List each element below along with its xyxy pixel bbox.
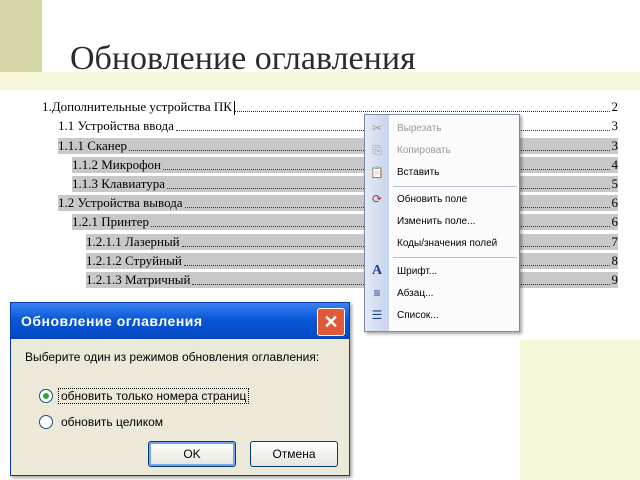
context-menu[interactable]: ✂ Вырезать ⎘ Копировать 📋 Вставить ⟳ Обн… (364, 114, 520, 332)
selection-highlight: 1.2.1.3 Матричный 9 (86, 271, 619, 288)
text-cursor (233, 101, 235, 116)
toc-entry[interactable]: 1.Дополнительные устройства ПК 2 (42, 96, 619, 116)
update-field-icon: ⟳ (371, 192, 383, 206)
menu-item-update-field[interactable]: ⟳ Обновить поле (365, 188, 519, 210)
toc-entry-text: 1.1.2 Микрофон (72, 156, 161, 172)
dialog-title: Обновление оглавления (21, 313, 203, 329)
toc-entry-text: 1.2.1.2 Струйный (86, 252, 182, 268)
list-icon: ☰ (371, 308, 383, 322)
menu-item-paste[interactable]: 📋 Вставить (365, 161, 519, 183)
toc-entry[interactable]: 1.2.1 Принтер 6 (42, 211, 619, 231)
table-of-contents[interactable]: 1.Дополнительные устройства ПК 2 1.1 Уст… (42, 96, 618, 288)
selection-highlight: 1.2 Устройства вывода 6 (58, 195, 619, 212)
menu-item-label: Изменить поле... (397, 215, 476, 227)
menu-item-label: Вырезать (397, 122, 442, 134)
toc-page-number: 9 (611, 271, 619, 287)
selection-highlight: 1.2.1 Принтер 6 (72, 214, 619, 231)
menu-item-cut[interactable]: ✂ Вырезать (365, 117, 519, 139)
selection-highlight: 1.1.2 Микрофон 4 (72, 156, 619, 173)
toc-page-number: 3 (611, 118, 619, 134)
menu-item-list[interactable]: ☰ Список... (365, 304, 519, 326)
toc-entry-text: 1.1.3 Клавиатура (72, 175, 165, 191)
toc-page-number: 3 (611, 137, 619, 153)
selection-highlight: 1.2.1.1 Лазерный 7 (86, 233, 619, 250)
menu-item-edit-field[interactable]: Изменить поле... (365, 210, 519, 232)
menu-separator (393, 186, 517, 187)
radio-button[interactable] (39, 415, 53, 429)
cancel-button[interactable]: Отмена (250, 441, 338, 467)
toc-page-number: 2 (611, 99, 619, 115)
toc-page-number: 8 (611, 252, 619, 268)
toc-entry-text: 1.1.1 Сканер (58, 137, 128, 153)
toc-entry-text: 1.2.1 Принтер (72, 214, 150, 230)
radio-update-page-numbers[interactable]: обновить только номера страниц (39, 388, 250, 404)
menu-item-font[interactable]: A Шрифт... (365, 260, 519, 282)
selection-highlight: 1.1.3 Клавиатура 5 (72, 175, 619, 192)
dialog-prompt: Выберите один из режимов обновления огла… (25, 350, 320, 364)
menu-item-label: Копировать (397, 144, 451, 156)
toc-entry[interactable]: 1.1 Устройства ввода 3 (42, 115, 618, 134)
menu-item-label: Список... (397, 309, 439, 321)
toc-page-number: 6 (611, 195, 619, 211)
font-icon: A (371, 263, 383, 278)
menu-item-toggle-field-codes[interactable]: Коды/значения полей (365, 232, 519, 254)
toc-leader-dots (234, 111, 610, 113)
toc-entry-text: 1.2.1.3 Матричный (86, 271, 191, 287)
menu-item-label: Вставить (397, 166, 440, 178)
update-toc-dialog[interactable]: Обновление оглавления ✕ Выберите один из… (10, 302, 350, 476)
toc-entry[interactable]: 1.2.1.1 Лазерный 7 (42, 230, 619, 250)
ok-button[interactable]: OK (148, 441, 236, 467)
toc-entry-text: 1.Дополнительные устройства ПК (42, 99, 232, 115)
radio-button-checked[interactable] (39, 389, 53, 403)
selection-highlight: 1.2.1.2 Струйный 8 (86, 252, 619, 269)
copy-icon: ⎘ (372, 142, 382, 157)
menu-item-copy[interactable]: ⎘ Копировать (365, 139, 519, 161)
toc-page-number: 5 (611, 175, 619, 191)
close-button[interactable]: ✕ (317, 308, 345, 336)
close-icon: ✕ (323, 311, 339, 332)
toc-entry[interactable]: 1.1.1 Сканер 3 (42, 134, 619, 154)
toc-page-number: 7 (611, 233, 619, 249)
toc-entry-text: 1.2 Устройства вывода (58, 195, 183, 211)
paragraph-icon: ≡ (373, 286, 381, 300)
selection-highlight: 1.1.1 Сканер 3 (58, 137, 619, 154)
toc-entry[interactable]: 1.2.1.2 Струйный 8 (42, 250, 618, 269)
toc-entry-text: 1.1 Устройства ввода (58, 118, 174, 134)
toc-entry-text: 1.2.1.1 Лазерный (86, 233, 180, 249)
menu-item-label: Абзац... (397, 287, 434, 299)
toc-entry[interactable]: 1.1.3 Клавиатура 5 (42, 173, 618, 192)
radio-update-entire[interactable]: обновить целиком (39, 415, 165, 429)
menu-item-label: Шрифт... (397, 265, 438, 277)
toc-entry[interactable]: 1.2.1.3 Матричный 9 (42, 269, 618, 288)
dialog-title-bar[interactable]: Обновление оглавления ✕ (11, 303, 349, 339)
menu-item-paragraph[interactable]: ≡ Абзац... (365, 282, 519, 304)
paste-icon: 📋 (370, 166, 384, 179)
scissors-icon: ✂ (371, 121, 383, 135)
radio-label: обновить целиком (61, 415, 164, 429)
toc-page-number: 6 (611, 214, 619, 230)
slide-accent-corner (520, 340, 640, 480)
toc-page-number: 4 (611, 156, 619, 172)
toc-entry[interactable]: 1.1.2 Микрофон 4 (42, 154, 618, 173)
menu-item-label: Коды/значения полей (397, 237, 498, 249)
slide-title: Обновление оглавления (70, 40, 416, 77)
menu-item-label: Обновить поле (397, 193, 468, 205)
slide-accent-block (0, 0, 42, 72)
toc-entry[interactable]: 1.2 Устройства вывода 6 (42, 192, 619, 212)
radio-label: обновить только номера страниц (57, 388, 250, 404)
menu-separator (393, 257, 517, 258)
